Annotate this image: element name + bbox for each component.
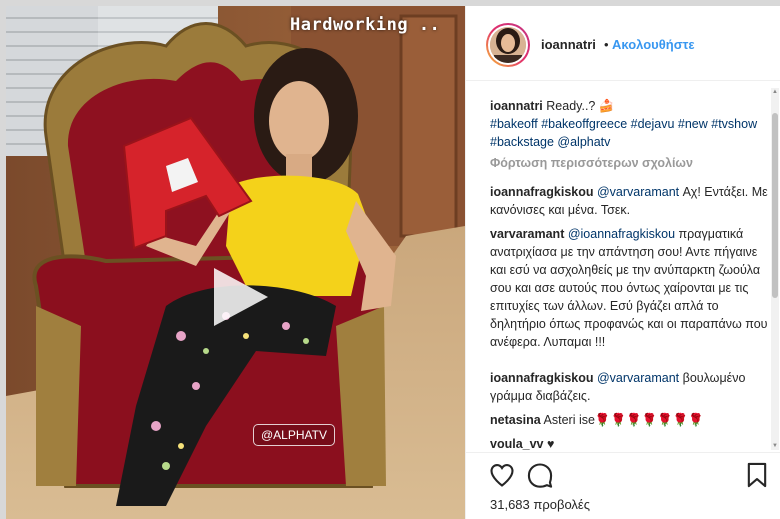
scrollbar-thumb[interactable] (772, 113, 778, 298)
avatar-photo-icon (490, 27, 526, 63)
post-header: ioannatri • Ακολουθήστε (466, 6, 780, 81)
comment-username[interactable]: ioannafragkiskou (490, 371, 594, 385)
follow-button[interactable]: Ακολουθήστε (612, 37, 695, 52)
scroll-down-icon[interactable]: ▼ (771, 442, 779, 450)
caption-username[interactable]: ioannatri (490, 99, 543, 113)
header-username[interactable]: ioannatri (541, 37, 596, 52)
comment-icon[interactable] (526, 461, 554, 489)
header-separator: • (604, 37, 609, 52)
video-caption-overlay: Hardworking .. (290, 15, 441, 35)
comment-item: ioannafragkiskou @varvaramant βουλωμένο … (490, 369, 770, 405)
comment-username[interactable]: varvaramant (490, 227, 564, 241)
post-video[interactable]: Hardworking .. @ALPHATV (6, 6, 465, 519)
caption-hashtags[interactable]: #bakeoff #bakeoffgreece #dejavu #new #tv… (490, 117, 757, 149)
comments-scrollbar[interactable] (771, 88, 779, 450)
comment-username[interactable]: netasina (490, 413, 541, 427)
load-more-comments-button[interactable]: Φόρτωση περισσότερων σχολίων (490, 156, 693, 170)
avatar[interactable] (486, 23, 530, 67)
comment-text: ♥ (547, 437, 555, 451)
play-icon[interactable] (208, 264, 272, 330)
heart-icon[interactable] (488, 461, 516, 489)
video-frame-illustration (6, 6, 465, 519)
comment-mention[interactable]: @ioannafragkiskou (568, 227, 675, 241)
bookmark-icon[interactable] (743, 461, 771, 489)
post-actions: 31,683 προβολές (466, 452, 780, 519)
scroll-up-icon[interactable]: ▲ (771, 88, 779, 96)
comment-item: ioannafragkiskou @varvaramant Αχ! Εντάξε… (490, 183, 770, 219)
comment-username[interactable]: voula_vv (490, 437, 544, 451)
comment-mention[interactable]: @varvaramant (597, 185, 679, 199)
comment-text: πραγματικά ανατριχίασα με την απάντηση σ… (490, 227, 768, 349)
comments-section: ioannatri Ready..? 🍰 #bakeoff #bakeoffgr… (466, 81, 780, 453)
post-side-panel: ioannatri • Ακολουθήστε ioannatri Ready.… (465, 6, 780, 519)
comment-item: netasina Asteri ise🌹🌹🌹🌹🌹🌹🌹 (490, 411, 770, 429)
comment-username[interactable]: ioannafragkiskou (490, 185, 594, 199)
caption-text: Ready..? 🍰 (546, 99, 615, 113)
view-count: 31,683 προβολές (490, 497, 590, 512)
comment-mention[interactable]: @varvaramant (597, 371, 679, 385)
video-watermark: @ALPHATV (253, 424, 335, 446)
comment-item: varvaramant @ioannafragkiskou πραγματικά… (490, 225, 770, 351)
post-caption: ioannatri Ready..? 🍰 #bakeoff #bakeoffgr… (490, 97, 770, 151)
comment-item: voula_vv ♥ (490, 435, 770, 453)
comment-text: Asteri ise🌹🌹🌹🌹🌹🌹🌹 (543, 413, 704, 427)
